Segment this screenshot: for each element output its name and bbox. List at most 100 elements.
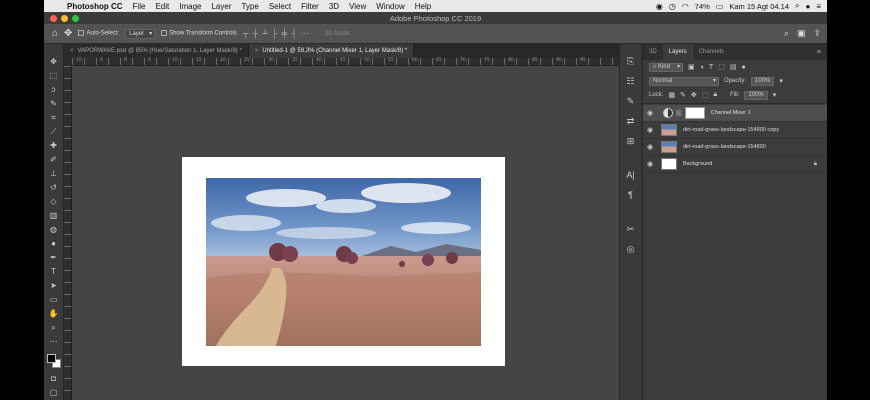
- search-icon[interactable]: ⌕: [795, 1, 799, 11]
- eye-icon[interactable]: ◉: [643, 160, 657, 168]
- eye-icon[interactable]: ◉: [643, 126, 657, 134]
- filter-type-icon[interactable]: T: [709, 64, 713, 71]
- menu-filter[interactable]: Filter: [296, 2, 324, 11]
- brush-settings-icon[interactable]: ✎: [623, 94, 639, 108]
- distribute-icon[interactable]: ⋯: [301, 29, 309, 38]
- layer-landscape-copy[interactable]: ◉ dirt-road-grass-landscape-154800 copy: [643, 122, 827, 139]
- filter-toggle-icon[interactable]: ●: [741, 64, 745, 71]
- healing-icon[interactable]: ✚: [47, 140, 61, 151]
- foreground-color[interactable]: [46, 354, 56, 363]
- share-icon[interactable]: ⇪: [813, 28, 821, 39]
- notification-icon[interactable]: ≡: [816, 2, 821, 11]
- eye-icon[interactable]: ◉: [643, 143, 657, 151]
- lock-pixels-icon[interactable]: ✎: [680, 91, 686, 99]
- time-machine-icon[interactable]: ◷: [669, 2, 676, 11]
- menu-3d[interactable]: 3D: [324, 2, 344, 11]
- brush-icon[interactable]: ✐: [47, 154, 61, 165]
- vertical-ruler[interactable]: [64, 66, 72, 400]
- type-icon[interactable]: T: [47, 266, 61, 277]
- user-icon[interactable]: ●: [805, 2, 810, 11]
- libraries-icon[interactable]: ⊞: [623, 134, 639, 148]
- zoom-window-button[interactable]: [72, 14, 79, 22]
- menu-edit[interactable]: Edit: [150, 2, 174, 11]
- canvas-area[interactable]: [72, 66, 636, 400]
- auto-select-checkbox[interactable]: Auto-Select:: [78, 30, 119, 37]
- blend-mode-dropdown[interactable]: Normal: [649, 76, 719, 86]
- eraser-icon[interactable]: ◇: [47, 196, 61, 207]
- filter-shape-icon[interactable]: ⬚: [718, 63, 725, 71]
- color-swatches[interactable]: [46, 354, 61, 370]
- layer-channel-mixer[interactable]: ◉ ⛓︎ Channel Mixer 1: [643, 105, 827, 122]
- filter-adjustment-icon[interactable]: ◑: [700, 64, 704, 71]
- tools-settings-icon[interactable]: ✂: [623, 222, 639, 236]
- tab-layers[interactable]: Layers: [662, 44, 693, 60]
- rectangle-icon[interactable]: ▭: [47, 294, 61, 305]
- opacity-input[interactable]: 100%: [751, 76, 775, 86]
- layer-thumbnail[interactable]: [661, 141, 677, 153]
- chevron-down-icon[interactable]: ▾: [773, 91, 777, 99]
- eye-icon[interactable]: ◉: [643, 109, 657, 117]
- close-tab-icon[interactable]: ×: [70, 44, 74, 58]
- pen-icon[interactable]: ✒: [47, 252, 61, 263]
- character-icon[interactable]: A|: [623, 168, 639, 182]
- menu-file[interactable]: File: [128, 2, 151, 11]
- tab-untitled[interactable]: × Untitled-1 @ 59,3% (Channel Mixer 1, L…: [248, 44, 415, 58]
- lock-artboard-icon[interactable]: ⬚: [702, 91, 709, 99]
- home-icon[interactable]: ⌂: [52, 28, 58, 39]
- paragraph-icon[interactable]: ¶: [623, 188, 639, 202]
- align-vcenter-icon[interactable]: ┼: [253, 29, 259, 38]
- tab-3d[interactable]: 3D: [643, 44, 663, 60]
- menu-view[interactable]: View: [344, 2, 371, 11]
- menu-help[interactable]: Help: [410, 2, 436, 11]
- wifi-icon[interactable]: ◠: [682, 2, 689, 11]
- more-tools-icon[interactable]: ⋯: [47, 336, 61, 347]
- layer-thumbnail[interactable]: [661, 124, 677, 136]
- transform-controls-checkbox[interactable]: Show Transform Controls: [161, 30, 237, 37]
- path-select-icon[interactable]: ➤: [47, 280, 61, 291]
- lock-position-icon[interactable]: ✥: [691, 91, 697, 99]
- auto-select-dropdown[interactable]: Layer: [125, 28, 156, 39]
- align-bottom-icon[interactable]: ┴: [262, 29, 268, 38]
- link-icon[interactable]: ⛓︎: [675, 110, 683, 117]
- properties-icon[interactable]: ⇄: [623, 114, 639, 128]
- align-hcenter-icon[interactable]: ╪: [282, 29, 288, 38]
- blur-icon[interactable]: ◍: [47, 224, 61, 235]
- history-panel-icon[interactable]: ⎘: [623, 54, 639, 68]
- workspace-icon[interactable]: ▣: [797, 28, 806, 39]
- marquee-icon[interactable]: ⬚: [47, 70, 61, 81]
- eyedropper-icon[interactable]: ⟋: [47, 126, 61, 137]
- layer-background[interactable]: ◉ Background 🔒︎: [643, 156, 827, 173]
- chevron-down-icon[interactable]: ▾: [779, 77, 783, 85]
- search-icon[interactable]: ⌕: [784, 28, 789, 39]
- move-icon[interactable]: ✥: [47, 56, 61, 67]
- layer-mask-thumbnail[interactable]: [684, 107, 705, 119]
- crop-icon[interactable]: ⌗: [47, 112, 61, 123]
- layer-thumbnail[interactable]: [661, 158, 677, 170]
- layer-name[interactable]: dirt-road-grass-landscape-154800 copy: [683, 127, 779, 133]
- tab-channels[interactable]: Channels: [693, 44, 730, 60]
- align-right-icon[interactable]: ┤: [291, 29, 297, 38]
- menu-type[interactable]: Type: [236, 2, 263, 11]
- quick-mask-icon[interactable]: ◘: [47, 373, 61, 384]
- 3d-panel-icon[interactable]: ◎: [623, 242, 639, 256]
- align-top-icon[interactable]: ┬: [243, 29, 249, 38]
- filter-kind-dropdown[interactable]: ⌕ Kind: [649, 62, 684, 72]
- panel-menu-icon[interactable]: ≡: [817, 49, 827, 56]
- layer-landscape[interactable]: ◉ dirt-road-grass-landscape-154800: [643, 139, 827, 156]
- adjustments-panel-icon[interactable]: ☷: [623, 74, 639, 88]
- gradient-icon[interactable]: ▥: [47, 210, 61, 221]
- move-tool-preset-icon[interactable]: ✥: [64, 28, 72, 39]
- history-brush-icon[interactable]: ↺: [47, 182, 61, 193]
- menubar-datetime[interactable]: Kam 15 Agt 04.14: [729, 2, 789, 11]
- close-tab-icon[interactable]: ×: [255, 44, 259, 58]
- screen-mode-icon[interactable]: ▢: [47, 387, 61, 398]
- stamp-icon[interactable]: ⊥: [47, 168, 61, 179]
- filter-smart-icon[interactable]: ▤: [730, 63, 737, 71]
- zoom-icon[interactable]: ⌕: [47, 322, 61, 333]
- record-icon[interactable]: ◉: [656, 2, 663, 11]
- menu-app-name[interactable]: Photoshop CC: [62, 2, 128, 11]
- lock-transparency-icon[interactable]: ▦: [668, 91, 675, 99]
- document-page[interactable]: [182, 157, 505, 366]
- menu-image[interactable]: Image: [174, 2, 206, 11]
- menu-select[interactable]: Select: [264, 2, 296, 11]
